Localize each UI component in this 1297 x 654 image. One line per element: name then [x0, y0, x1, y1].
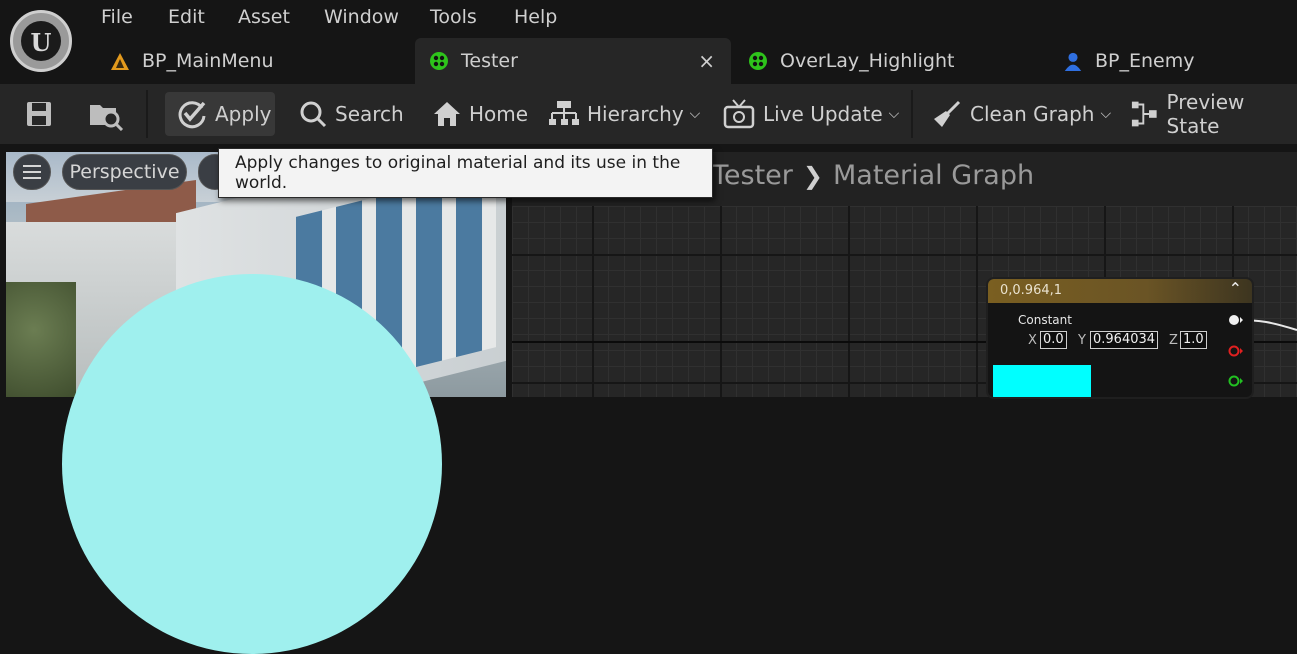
y-value-field[interactable]: 0.964034	[1090, 331, 1159, 349]
unreal-logo-icon[interactable]: U	[10, 10, 72, 72]
tab-label: OverLay_Highlight	[780, 50, 955, 72]
home-button[interactable]: Home	[433, 92, 528, 136]
material-sphere-icon	[430, 52, 448, 70]
preview-state-dropdown[interactable]: Preview State	[1130, 90, 1297, 138]
z-label: Z	[1169, 333, 1178, 348]
hierarchy-icon	[549, 101, 579, 125]
perspective-button[interactable]: Perspective	[62, 154, 187, 190]
tab-overlay-highlight[interactable]: OverLay_Highlight	[748, 38, 954, 84]
node-type-label: Constant	[1018, 313, 1072, 327]
save-button[interactable]	[24, 92, 54, 136]
output-pin-green[interactable]	[1228, 375, 1244, 387]
home-icon	[434, 102, 460, 126]
tab-label: Tester	[461, 50, 518, 72]
breadcrumb-current: Material Graph	[833, 160, 1035, 191]
breadcrumb-root[interactable]: Tester	[712, 160, 793, 191]
x-label: X	[1028, 333, 1037, 348]
tree	[6, 282, 76, 397]
tab-tester[interactable]: Tester ×	[415, 38, 731, 84]
menu-window[interactable]: Window	[324, 6, 399, 28]
chevron-down-icon: ⌵	[888, 106, 900, 122]
search-button[interactable]: Search	[299, 92, 404, 136]
preview-state-icon	[1131, 101, 1157, 127]
tab-bp-mainmenu[interactable]: BP_MainMenu	[110, 38, 274, 84]
live-update-dropdown[interactable]: Live Update ⌵	[723, 92, 899, 136]
z-value-field[interactable]: 1.0	[1180, 331, 1207, 349]
search-label: Search	[335, 102, 404, 126]
clean-graph-dropdown[interactable]: Clean Graph ⌵	[932, 92, 1111, 136]
chevron-right-icon: ❯	[802, 161, 823, 190]
close-icon[interactable]: ×	[698, 49, 715, 73]
menu-file[interactable]: File	[101, 6, 133, 28]
tab-label: BP_MainMenu	[142, 50, 274, 72]
output-pin-white[interactable]	[1228, 314, 1244, 326]
hamburger-icon	[23, 165, 41, 179]
character-icon	[1064, 52, 1082, 71]
material-sphere-icon	[749, 52, 767, 70]
tab-label: BP_Enemy	[1095, 50, 1195, 72]
menu-help[interactable]: Help	[514, 6, 557, 28]
output-pin-red[interactable]	[1228, 345, 1244, 357]
color-preview-swatch	[993, 365, 1091, 397]
tab-bp-enemy[interactable]: BP_Enemy	[1063, 38, 1194, 84]
apply-label: Apply	[215, 102, 272, 126]
node-title: 0,0.964,1	[1000, 283, 1063, 298]
y-label: Y	[1078, 333, 1086, 348]
clean-graph-label: Clean Graph	[970, 102, 1095, 126]
hierarchy-label: Hierarchy	[587, 102, 684, 126]
menu-edit[interactable]: Edit	[168, 6, 205, 28]
x-value-field[interactable]: 0.0	[1040, 331, 1067, 349]
folder-search-icon	[90, 105, 124, 131]
chevron-down-icon: ⌵	[689, 106, 701, 122]
menu-asset[interactable]: Asset	[238, 6, 290, 28]
apply-tooltip: Apply changes to original material and i…	[218, 148, 713, 198]
apply-check-icon	[178, 101, 206, 129]
toolbar-separator	[146, 90, 148, 138]
home-label: Home	[469, 102, 529, 126]
constant3vector-node[interactable]: 0,0.964,1 ⌃ Constant X 0.0 Y 0.964034 Z …	[988, 279, 1252, 397]
save-icon	[27, 102, 51, 126]
node-title-bar[interactable]: 0,0.964,1 ⌃	[988, 279, 1252, 303]
hierarchy-dropdown[interactable]: Hierarchy ⌵	[549, 92, 700, 136]
chevron-down-icon: ⌵	[1100, 106, 1112, 122]
menu-tools[interactable]: Tools	[430, 6, 477, 28]
viewport-menu-button[interactable]	[13, 154, 51, 190]
broom-icon	[934, 100, 961, 127]
collapse-chevron-icon[interactable]: ⌃	[1229, 279, 1242, 298]
search-icon	[300, 101, 327, 128]
toolbar-separator	[911, 90, 913, 138]
browse-asset-button[interactable]	[88, 92, 124, 136]
breadcrumb: Tester ❯ Material Graph	[712, 160, 1034, 191]
apply-button[interactable]: Apply	[165, 92, 275, 136]
warning-triangle-icon	[111, 53, 129, 70]
live-update-label: Live Update	[763, 102, 883, 126]
preview-state-label: Preview State	[1166, 90, 1245, 138]
live-update-icon	[723, 99, 755, 129]
preview-sphere	[62, 274, 442, 654]
